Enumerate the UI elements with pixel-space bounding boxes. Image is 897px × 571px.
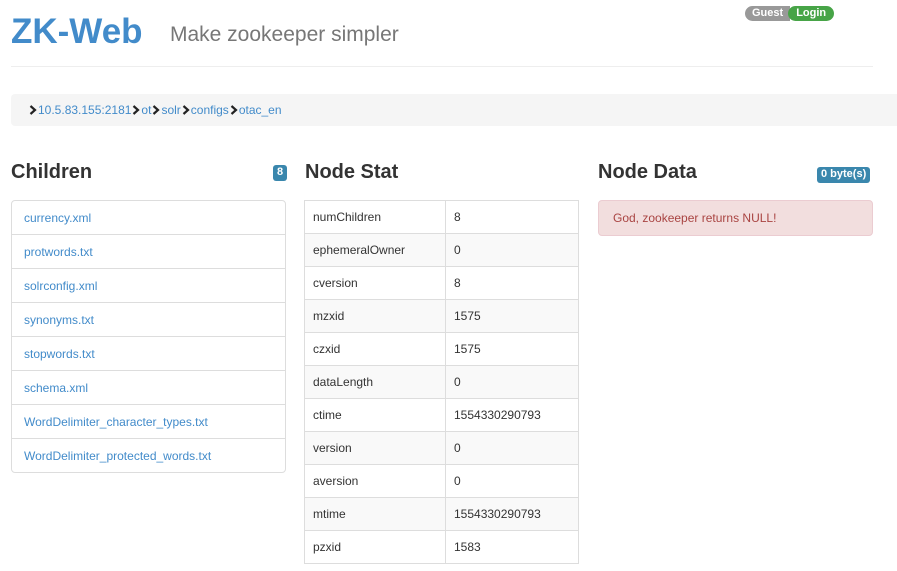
- guest-badge: Guest: [745, 6, 791, 21]
- children-count-badge: 8: [273, 165, 288, 181]
- chevron-right-icon: [29, 105, 37, 115]
- user-badges: Guest Login: [745, 6, 835, 21]
- table-row: czxid 1575: [304, 332, 579, 366]
- login-button[interactable]: Login: [788, 6, 835, 21]
- stat-value: 1583: [445, 530, 579, 564]
- app-title[interactable]: ZK-Web: [11, 10, 143, 54]
- breadcrumb-link[interactable]: solr: [161, 103, 180, 117]
- stat-key: dataLength: [304, 365, 446, 399]
- stat-key: numChildren: [304, 200, 446, 234]
- breadcrumb-item-host[interactable]: 10.5.83.155:2181: [28, 103, 131, 117]
- node-data-alert: God, zookeeper returns NULL!: [598, 200, 873, 236]
- header-divider: [11, 66, 873, 67]
- app-subtitle: Make zookeeper simpler: [170, 23, 399, 46]
- breadcrumb-item-solr[interactable]: solr: [151, 103, 181, 117]
- stat-value: 1575: [445, 332, 579, 366]
- breadcrumb-item-configs[interactable]: configs: [181, 103, 229, 117]
- child-item[interactable]: stopwords.txt: [12, 336, 285, 370]
- stat-value: 0: [445, 233, 579, 267]
- stat-value: 0: [445, 431, 579, 465]
- child-item[interactable]: WordDelimiter_protected_words.txt: [12, 438, 285, 472]
- child-item[interactable]: protwords.txt: [12, 234, 285, 268]
- stat-value: 0: [445, 365, 579, 399]
- breadcrumb-link[interactable]: ot: [141, 103, 151, 117]
- stat-value: 0: [445, 464, 579, 498]
- stat-key: pzxid: [304, 530, 446, 564]
- table-row: numChildren 8: [304, 200, 579, 234]
- child-item[interactable]: solrconfig.xml: [12, 268, 285, 302]
- stat-key: version: [304, 431, 446, 465]
- stat-key: ephemeralOwner: [304, 233, 446, 267]
- children-title: Children: [11, 161, 93, 183]
- stat-key: ctime: [304, 398, 446, 432]
- breadcrumb-link[interactable]: 10.5.83.155:2181: [38, 103, 131, 117]
- stat-key: czxid: [304, 332, 446, 366]
- table-row: ctime 1554330290793: [304, 398, 579, 432]
- stat-key: aversion: [304, 464, 446, 498]
- chevron-right-icon: [133, 105, 141, 115]
- stat-value: 1554330290793: [445, 497, 579, 531]
- node-stat-title: Node Stat: [305, 161, 399, 183]
- stat-value: 8: [445, 266, 579, 300]
- table-row: mtime 1554330290793: [304, 497, 579, 531]
- breadcrumb-link[interactable]: otac_en: [239, 103, 282, 117]
- child-item[interactable]: schema.xml: [12, 370, 285, 404]
- table-row: dataLength 0: [304, 365, 579, 399]
- breadcrumb: 10.5.83.155:2181 ot solr configs otac_en: [11, 94, 897, 126]
- chevron-right-icon: [182, 105, 190, 115]
- stat-key: mzxid: [304, 299, 446, 333]
- stat-value: 8: [445, 200, 579, 234]
- stat-key: mtime: [304, 497, 446, 531]
- child-item[interactable]: WordDelimiter_character_types.txt: [12, 404, 285, 438]
- table-row: aversion 0: [304, 464, 579, 498]
- breadcrumb-item-ot[interactable]: ot: [131, 103, 151, 117]
- child-item[interactable]: currency.xml: [12, 201, 285, 234]
- table-row: pzxid 1583: [304, 530, 579, 564]
- chevron-right-icon: [230, 105, 238, 115]
- stat-value: 1554330290793: [445, 398, 579, 432]
- child-item[interactable]: synonyms.txt: [12, 302, 285, 336]
- table-row: mzxid 1575: [304, 299, 579, 333]
- breadcrumb-link[interactable]: configs: [191, 103, 229, 117]
- chevron-right-icon: [153, 105, 161, 115]
- stat-key: cversion: [304, 266, 446, 300]
- node-data-size-badge: 0 byte(s): [817, 167, 871, 183]
- table-row: cversion 8: [304, 266, 579, 300]
- node-data-title: Node Data: [598, 161, 697, 183]
- breadcrumb-item-otac-en[interactable]: otac_en: [229, 103, 282, 117]
- page: ZK-Web Make zookeeper simpler Guest Logi…: [0, 0, 897, 571]
- children-list: currency.xml protwords.txt solrconfig.xm…: [11, 200, 286, 473]
- stat-value: 1575: [445, 299, 579, 333]
- node-stat-table: numChildren 8 ephemeralOwner 0 cversion …: [304, 200, 579, 564]
- table-row: ephemeralOwner 0: [304, 233, 579, 267]
- table-row: version 0: [304, 431, 579, 465]
